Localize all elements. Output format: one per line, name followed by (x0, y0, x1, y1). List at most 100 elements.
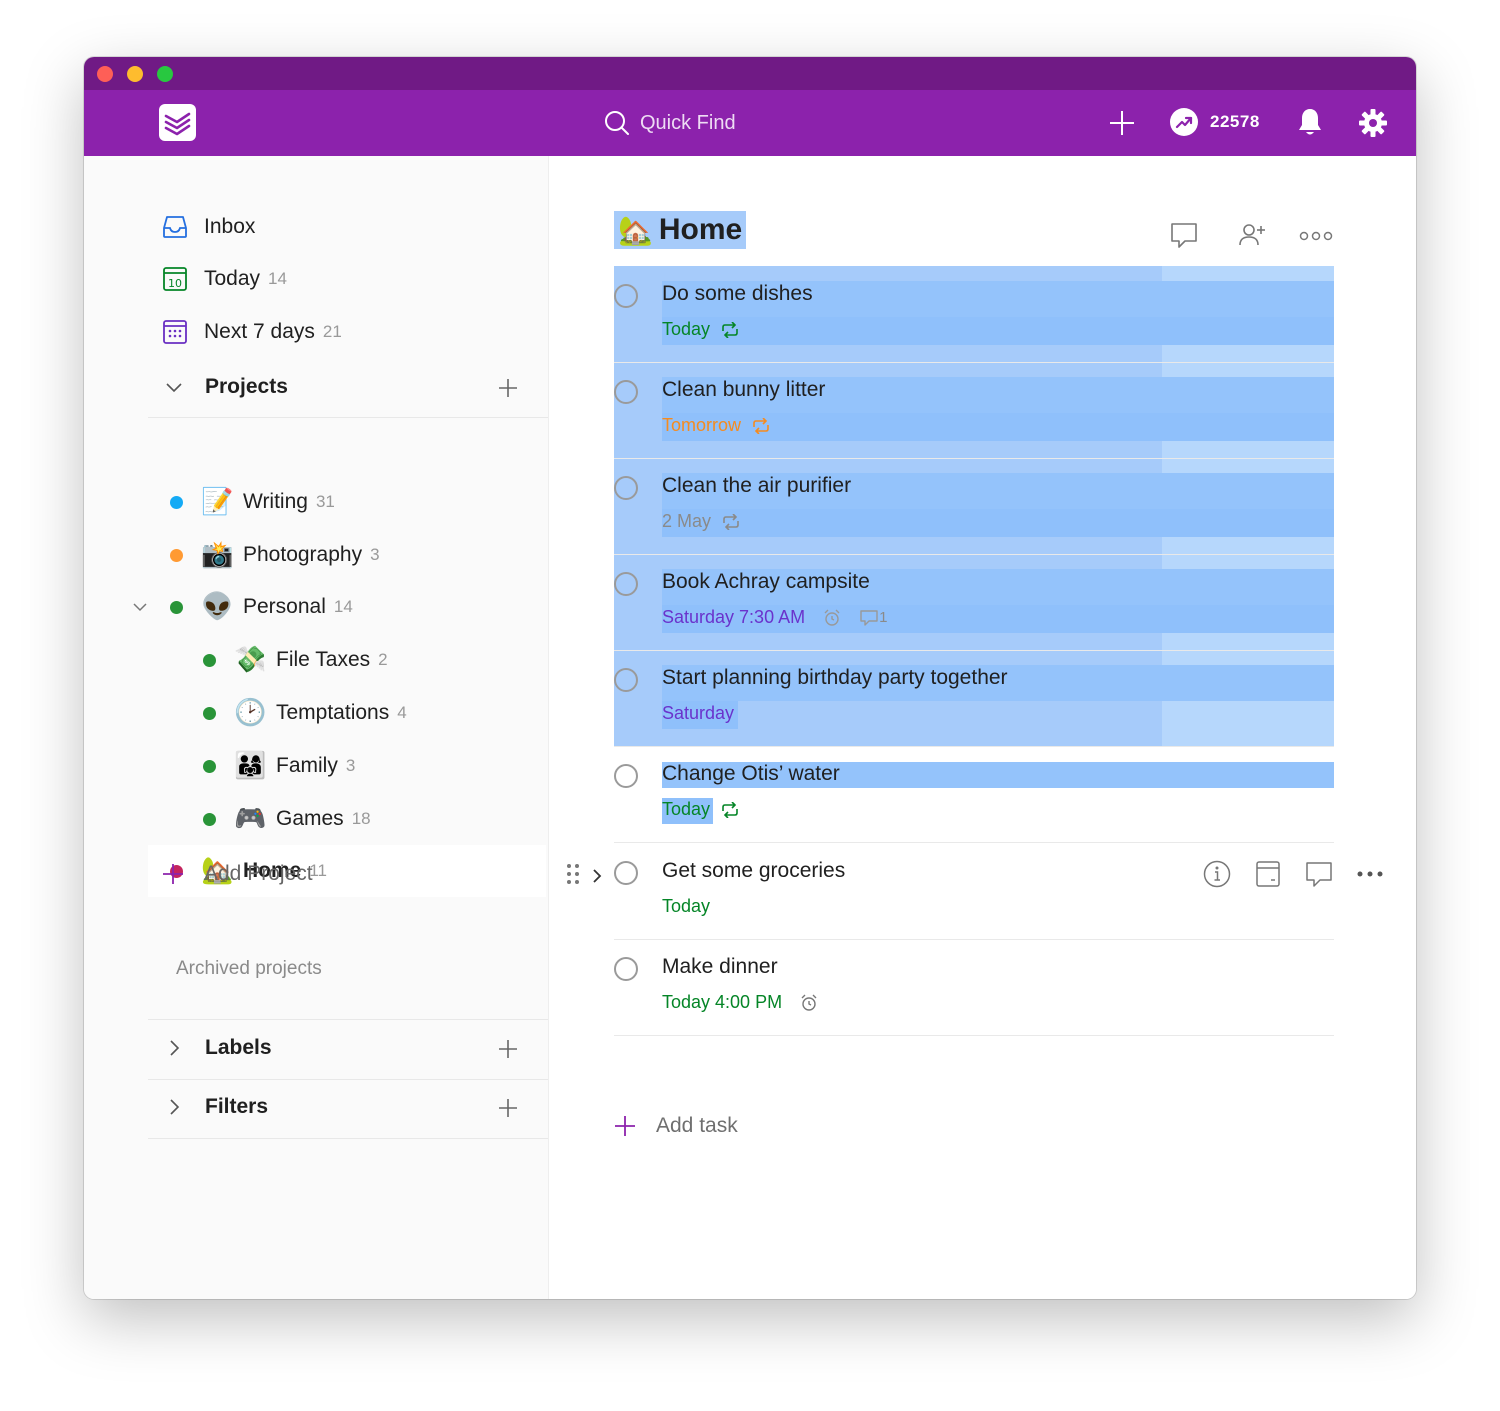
task-due-date: Today (662, 799, 711, 819)
task-due[interactable]: Today (662, 896, 710, 917)
project-file-taxes[interactable]: 💸 File Taxes 2 (203, 634, 388, 686)
inbox-icon (162, 214, 188, 240)
project-temptations[interactable]: 🕑 Temptations 4 (203, 687, 407, 739)
project-comments-icon[interactable] (1169, 220, 1199, 250)
share-project-icon[interactable] (1237, 220, 1267, 250)
project-personal[interactable]: 👽 Personal 14 (170, 581, 353, 633)
text-selection-highlight (662, 317, 1334, 345)
task-title: Clean the air purifier (662, 474, 852, 497)
schedule-icon[interactable] (1254, 859, 1282, 889)
sidebar-item-count: 21 (322, 322, 342, 341)
sidebar-item-next-7-days[interactable]: Next 7 days 21 (162, 317, 342, 347)
task-due[interactable]: Saturday 7:30 AM 1 (662, 607, 887, 628)
add-task-label: Add task (656, 1114, 738, 1137)
filters-section-header[interactable]: Filters (148, 1079, 548, 1139)
bell-icon (1299, 109, 1321, 135)
minimize-window-button[interactable] (127, 66, 143, 82)
chevron-down-icon[interactable] (132, 599, 148, 615)
sidebar-item-inbox[interactable]: Inbox (162, 212, 255, 242)
task-due-date: Today 4:00 PM (662, 992, 783, 1012)
project-color-dot (203, 812, 216, 826)
task-due-date: Today (662, 319, 711, 339)
comment-icon[interactable] (1304, 859, 1334, 889)
task-due[interactable]: Today (662, 319, 740, 340)
sidebar-item-label: Inbox (204, 215, 256, 238)
task-due[interactable]: Today 4:00 PM (662, 992, 818, 1013)
info-icon[interactable] (1202, 859, 1232, 889)
task-checkbox[interactable] (614, 380, 638, 404)
todoist-logo-icon[interactable] (159, 104, 196, 141)
settings-button[interactable] (1358, 108, 1388, 143)
chevron-right-icon[interactable] (591, 868, 603, 884)
quick-find-search[interactable]: Quick Find (604, 108, 736, 138)
drag-handle-icon[interactable] (566, 863, 580, 885)
task-item[interactable]: Clean bunny litter Tomorrow (614, 362, 1334, 459)
search-placeholder: Quick Find (640, 111, 736, 134)
task-checkbox[interactable] (614, 957, 638, 981)
add-filter-plus-icon[interactable] (498, 1098, 518, 1118)
task-due[interactable]: 2 May (662, 511, 741, 532)
project-writing[interactable]: 📝 Writing 31 (170, 476, 335, 528)
task-item[interactable]: Start planning birthday party together S… (614, 650, 1334, 747)
add-label-plus-icon[interactable] (498, 1039, 518, 1059)
sidebar-item-count: 14 (268, 269, 287, 288)
project-games[interactable]: 🎮 Games 18 (203, 793, 371, 845)
karma-button[interactable]: 22578 (1170, 108, 1260, 136)
add-task-button[interactable]: Add task (614, 1114, 738, 1138)
zoom-window-button[interactable] (157, 66, 173, 82)
project-count: 2 (378, 650, 388, 669)
clock-icon: 🕑 (234, 698, 267, 728)
task-item[interactable]: Clean the air purifier 2 May (614, 458, 1334, 555)
karma-count: 22578 (1210, 112, 1260, 131)
task-item[interactable]: Change Otis’ water Today (614, 746, 1334, 843)
project-color-dot (170, 600, 183, 614)
quick-add-button[interactable] (1108, 109, 1136, 142)
sidebar: Inbox 10 Today 14 Next 7 days 21 Project… (84, 156, 549, 1299)
add-project-plus-icon[interactable] (498, 378, 518, 398)
sidebar-item-label: Next 7 days (204, 320, 315, 343)
task-item[interactable]: Do some dishes Today (614, 266, 1334, 363)
notifications-button[interactable] (1297, 107, 1323, 142)
more-options-icon[interactable] (1299, 226, 1333, 246)
project-name: Temptations (276, 701, 390, 724)
page-title[interactable]: 🏡 Home (614, 211, 747, 249)
task-due[interactable]: Tomorrow (662, 415, 771, 436)
task-checkbox[interactable] (614, 764, 638, 788)
projects-section-header[interactable]: Projects (148, 359, 548, 418)
sidebar-item-today[interactable]: 10 Today 14 (162, 264, 287, 294)
task-title: Change Otis’ water (662, 762, 840, 785)
project-name: Personal (243, 595, 326, 618)
add-project-button[interactable]: Add Project (162, 862, 313, 886)
money-wings-icon: 💸 (234, 645, 267, 675)
task-item[interactable]: Make dinner Today 4:00 PM (614, 939, 1334, 1036)
task-item[interactable]: Get some groceries Today (614, 843, 1334, 940)
task-checkbox[interactable] (614, 476, 638, 500)
task-item[interactable]: Book Achray campsite Saturday 7:30 AM 1 (614, 554, 1334, 651)
task-due-date: 2 May (662, 511, 712, 531)
recurring-icon (720, 321, 740, 338)
plus-icon (1110, 111, 1134, 135)
chevron-right-icon (170, 1099, 180, 1115)
task-checkbox[interactable] (614, 572, 638, 596)
project-family[interactable]: 👨‍👩‍👧 Family 3 (203, 740, 355, 792)
project-photography[interactable]: 📸 Photography 3 (170, 529, 380, 581)
task-due[interactable]: Saturday (662, 703, 734, 724)
family-icon: 👨‍👩‍👧 (234, 751, 267, 781)
svg-text:10: 10 (168, 277, 182, 290)
task-checkbox[interactable] (614, 284, 638, 308)
task-due[interactable]: Today (662, 799, 740, 820)
task-due-date: Saturday 7:30 AM (662, 607, 806, 627)
karma-trend-icon (1170, 108, 1198, 136)
task-due-date: Today (662, 896, 711, 916)
house-icon: 🏡 (618, 213, 653, 247)
calendar-week-icon (162, 319, 188, 345)
close-window-button[interactable] (97, 66, 113, 82)
labels-section-header[interactable]: Labels (148, 1019, 548, 1080)
project-name: Writing (243, 490, 308, 513)
task-checkbox[interactable] (614, 861, 638, 885)
task-checkbox[interactable] (614, 668, 638, 692)
archived-projects-link[interactable]: Archived projects (176, 958, 322, 980)
more-actions-icon[interactable] (1357, 868, 1383, 880)
project-name: Games (276, 807, 344, 830)
project-name: Family (276, 754, 338, 777)
